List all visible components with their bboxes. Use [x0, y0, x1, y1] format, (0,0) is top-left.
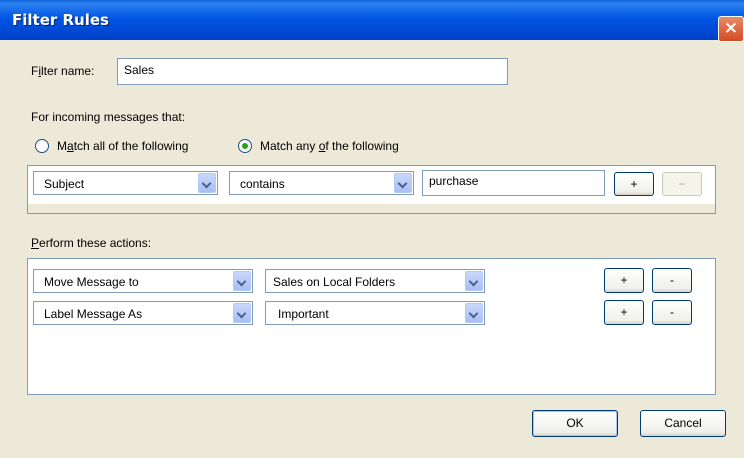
filter-name-label: Filter name: — [31, 64, 95, 78]
add-action-button-2[interactable]: + — [604, 300, 644, 325]
remove-action-button-2[interactable]: - — [652, 300, 692, 325]
filter-name-input[interactable]: Sales — [117, 58, 508, 85]
remove-action-button-1[interactable]: - — [652, 268, 692, 293]
cancel-button[interactable]: Cancel — [640, 410, 726, 437]
action-target-select-1[interactable]: Sales on Local Folders — [265, 269, 485, 293]
add-condition-button[interactable]: + — [614, 172, 654, 196]
match-heading: For incoming messages that: — [31, 110, 186, 124]
filter-rules-dialog: Filter Rules × Filter name: Sales For in… — [0, 0, 744, 458]
chevron-down-icon — [394, 173, 412, 193]
chevron-down-icon — [233, 271, 251, 291]
match-any-radio[interactable] — [238, 139, 252, 153]
chevron-down-icon — [233, 303, 251, 323]
match-all-radio[interactable] — [35, 139, 49, 153]
action-select-1[interactable]: Move Message to — [33, 269, 253, 293]
ok-button[interactable]: OK — [532, 410, 618, 437]
add-action-button-1[interactable]: + — [604, 268, 644, 293]
chevron-down-icon — [465, 271, 483, 291]
action-target-select-2[interactable]: Important — [265, 301, 485, 325]
condition-operator-select[interactable]: contains — [229, 171, 414, 195]
chevron-down-icon — [198, 173, 216, 193]
action-select-2[interactable]: Label Message As — [33, 301, 253, 325]
close-icon[interactable]: × — [718, 16, 744, 42]
chevron-down-icon — [465, 303, 483, 323]
condition-field-select[interactable]: Subject — [33, 171, 218, 195]
match-all-label[interactable]: Match all of the following — [57, 139, 188, 153]
window-title: Filter Rules — [12, 11, 109, 29]
radio-selected-dot — [242, 143, 248, 149]
actions-heading: Perform these actions: — [31, 236, 152, 250]
title-bar[interactable]: Filter Rules × — [0, 0, 744, 42]
match-any-label[interactable]: Match any of the following — [260, 139, 399, 153]
remove-condition-button[interactable]: − — [662, 172, 702, 196]
condition-value-input[interactable]: purchase — [422, 170, 605, 196]
